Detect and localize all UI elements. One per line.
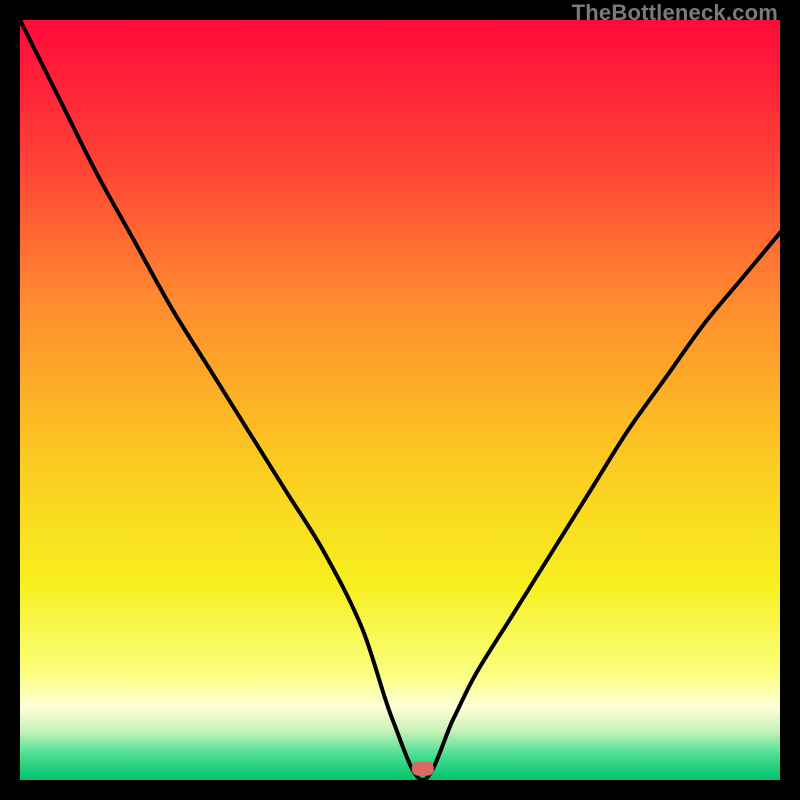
chart-frame bbox=[20, 20, 780, 780]
watermark-text: TheBottleneck.com bbox=[572, 0, 778, 26]
optimum-marker bbox=[412, 762, 434, 776]
gradient-background bbox=[20, 20, 780, 780]
bottleneck-chart bbox=[20, 20, 780, 780]
